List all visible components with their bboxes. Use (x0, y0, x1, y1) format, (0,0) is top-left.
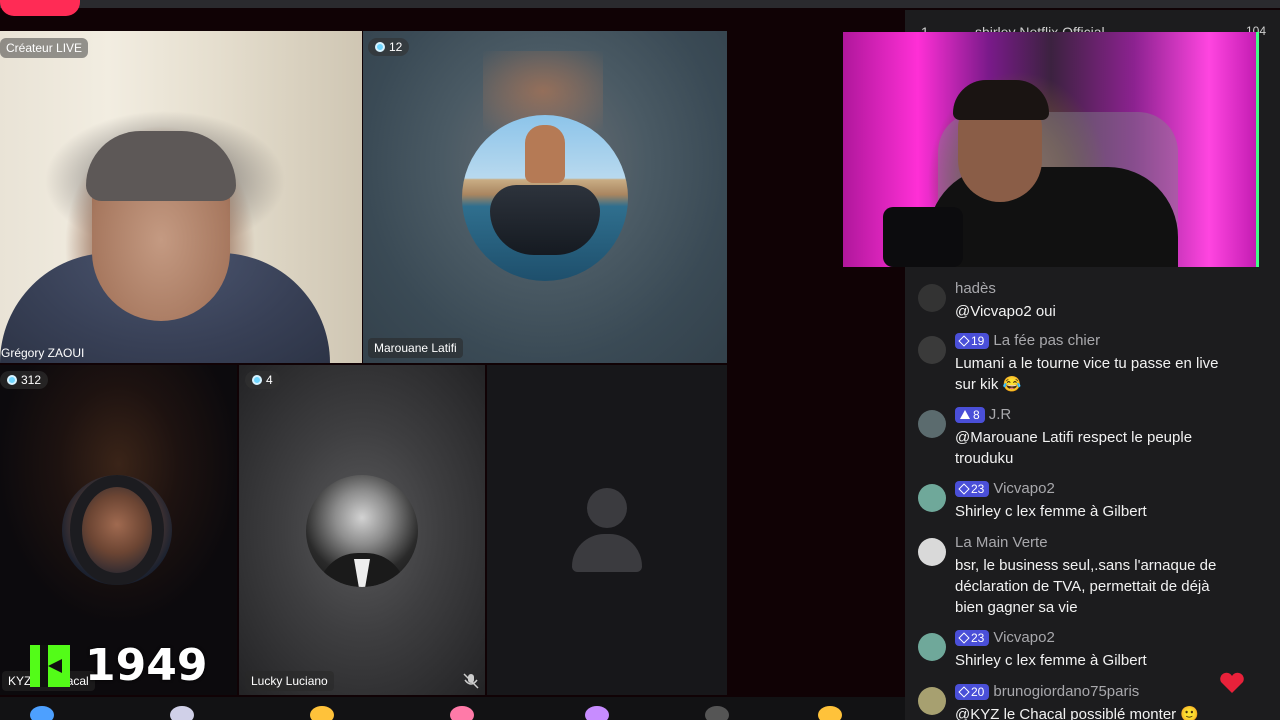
chat-text: bsr, le business seul,.sans l'arnaque de… (955, 557, 1217, 616)
chat-username[interactable]: J.R (989, 406, 1012, 423)
chat-text: @KYZ le Chacal possiblé monter 🙂 (955, 706, 1199, 720)
host-video-tile[interactable] (0, 31, 362, 363)
mic-muted-icon[interactable] (462, 673, 480, 689)
streamer-webcam (843, 32, 1259, 267)
viewer-icon (375, 42, 385, 52)
badge-level: 8 (973, 407, 980, 422)
chat-text: @Marouane Latifi respect le peuple troud… (955, 429, 1193, 467)
live-indicator-pill[interactable] (0, 0, 80, 16)
subscriber-badge: 23 (955, 629, 990, 646)
heart-icon[interactable] (1219, 672, 1245, 694)
guest-avatar-marouane (462, 115, 628, 281)
chat-username[interactable]: Vicvapo2 (993, 480, 1054, 497)
viewer-icon (7, 375, 17, 385)
kick-viewer-count: 1949 (85, 640, 208, 691)
avatar[interactable] (918, 284, 946, 312)
avatar[interactable] (918, 336, 946, 364)
chat-username[interactable]: hadès (955, 280, 996, 297)
badge-level: 20 (971, 684, 985, 699)
gem-icon (958, 685, 970, 698)
viewer-count: 312 (21, 373, 42, 387)
avatar[interactable] (918, 687, 946, 715)
chat-username[interactable]: La Main Verte (955, 534, 1048, 551)
viewer-count: 4 (266, 373, 273, 387)
gift-icon[interactable] (818, 706, 842, 720)
streamer-hair (953, 80, 1049, 120)
viewer-count-pill: 4 (245, 371, 280, 389)
host-creator-badge: Créateur LIVE (0, 38, 89, 58)
gem-icon (958, 334, 970, 347)
chat-text: Lumani a le tourne vice tu passe en live… (955, 355, 1219, 393)
host-name-label: Grégory ZAOUI (1, 346, 85, 360)
live-stream-screen: Créateur LIVE Grégory ZAOUI 12 Marouane … (0, 0, 1280, 720)
subscriber-badge: 8 (955, 406, 985, 423)
gift-icon[interactable] (170, 706, 194, 720)
chat-username[interactable]: Vicvapo2 (993, 629, 1054, 646)
viewer-icon (252, 375, 262, 385)
guest-avatar-lucky (306, 475, 418, 587)
gift-icon[interactable] (310, 706, 334, 720)
subscriber-badge: 19 (955, 332, 990, 349)
avatar[interactable] (918, 538, 946, 566)
guest-name-label: Lucky Luciano (245, 671, 334, 691)
badge-level: 19 (971, 333, 985, 348)
viewer-count-pill: 312 (0, 371, 49, 389)
gift-icon[interactable] (450, 706, 474, 720)
guest-avatar-kyz (62, 475, 172, 585)
microphone (883, 207, 963, 267)
chat-text: Shirley c lex femme à Gilbert (955, 503, 1147, 520)
avatar[interactable] (918, 410, 946, 438)
chat-username[interactable]: La fée pas chier (993, 332, 1100, 349)
avatar-rider (525, 125, 565, 183)
kick-logo-icon (30, 645, 70, 687)
chat-text: Shirley c lex femme à Gilbert (955, 652, 1147, 669)
gift-icon[interactable] (30, 706, 54, 720)
triangle-icon (960, 410, 970, 419)
top-bar (0, 0, 1280, 8)
person-head (587, 488, 627, 528)
avatar[interactable] (918, 484, 946, 512)
avatar-hair (70, 475, 164, 585)
viewer-count-pill: 12 (368, 38, 410, 56)
gift-icon[interactable] (705, 706, 729, 720)
gem-icon (958, 631, 970, 644)
viewer-count: 12 (389, 40, 403, 54)
guest-name-label: Marouane Latifi (368, 338, 463, 358)
gift-icon[interactable] (585, 706, 609, 720)
gem-icon (958, 482, 970, 495)
chat-username[interactable]: brunogiordano75paris (993, 683, 1139, 700)
cam-border (1256, 32, 1259, 267)
empty-person-icon (572, 488, 642, 572)
subscriber-badge: 23 (955, 480, 990, 497)
badge-level: 23 (971, 630, 985, 645)
avatar-jetski (490, 185, 600, 255)
badge-level: 23 (971, 481, 985, 496)
avatar[interactable] (918, 633, 946, 661)
person-body (572, 534, 642, 572)
chat-text: @Vicvapo2 oui (955, 303, 1056, 320)
host-hair (86, 131, 236, 201)
subscriber-badge: 20 (955, 683, 990, 700)
